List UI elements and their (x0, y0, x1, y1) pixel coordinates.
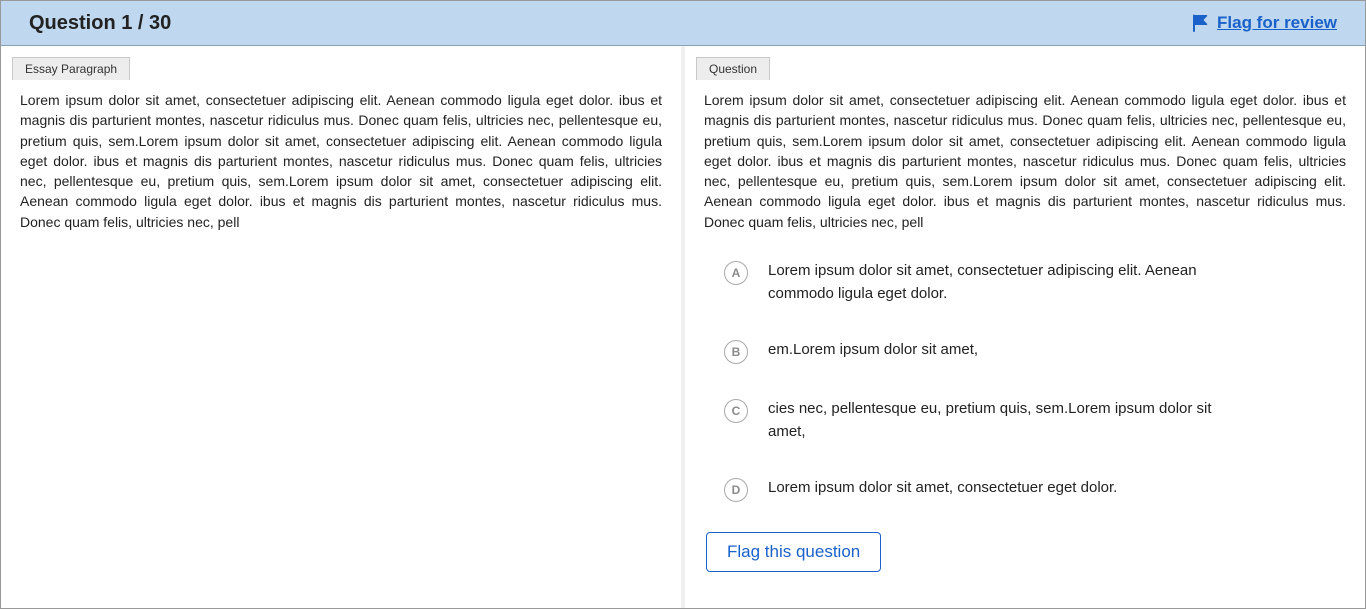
content-body: Essay Paragraph Lorem ipsum dolor sit am… (1, 46, 1365, 608)
option-letter: A (724, 261, 748, 285)
question-header: Question 1 / 30 Flag for review (1, 1, 1365, 46)
question-stem: Lorem ipsum dolor sit amet, consectetuer… (704, 90, 1346, 232)
question-pane: Question Lorem ipsum dolor sit amet, con… (685, 46, 1365, 608)
flag-this-question-button[interactable]: Flag this question (706, 532, 881, 572)
option-letter: B (724, 340, 748, 364)
flag-for-review-link[interactable]: Flag for review (1193, 13, 1337, 33)
option-text: Lorem ipsum dolor sit amet, consectetuer… (768, 477, 1117, 500)
flag-for-review-label: Flag for review (1217, 13, 1337, 33)
option-a[interactable]: A Lorem ipsum dolor sit amet, consectetu… (724, 260, 1346, 305)
option-text: em.Lorem ipsum dolor sit amet, (768, 339, 978, 362)
option-d[interactable]: D Lorem ipsum dolor sit amet, consectetu… (724, 477, 1346, 502)
option-b[interactable]: B em.Lorem ipsum dolor sit amet, (724, 339, 1346, 364)
exam-window: Question 1 / 30 Flag for review Essay Pa… (0, 0, 1366, 609)
option-text: Lorem ipsum dolor sit amet, consectetuer… (768, 260, 1238, 305)
essay-passage: Lorem ipsum dolor sit amet, consectetuer… (20, 90, 662, 232)
option-c[interactable]: C cies nec, pellentesque eu, pretium qui… (724, 398, 1346, 443)
essay-pane: Essay Paragraph Lorem ipsum dolor sit am… (1, 46, 681, 608)
option-text: cies nec, pellentesque eu, pretium quis,… (768, 398, 1238, 443)
option-letter: D (724, 478, 748, 502)
flag-icon (1193, 14, 1209, 32)
question-tab[interactable]: Question (696, 57, 770, 80)
option-letter: C (724, 399, 748, 423)
answer-options: A Lorem ipsum dolor sit amet, consectetu… (704, 260, 1346, 502)
question-counter: Question 1 / 30 (29, 12, 171, 35)
essay-tab[interactable]: Essay Paragraph (12, 57, 130, 80)
